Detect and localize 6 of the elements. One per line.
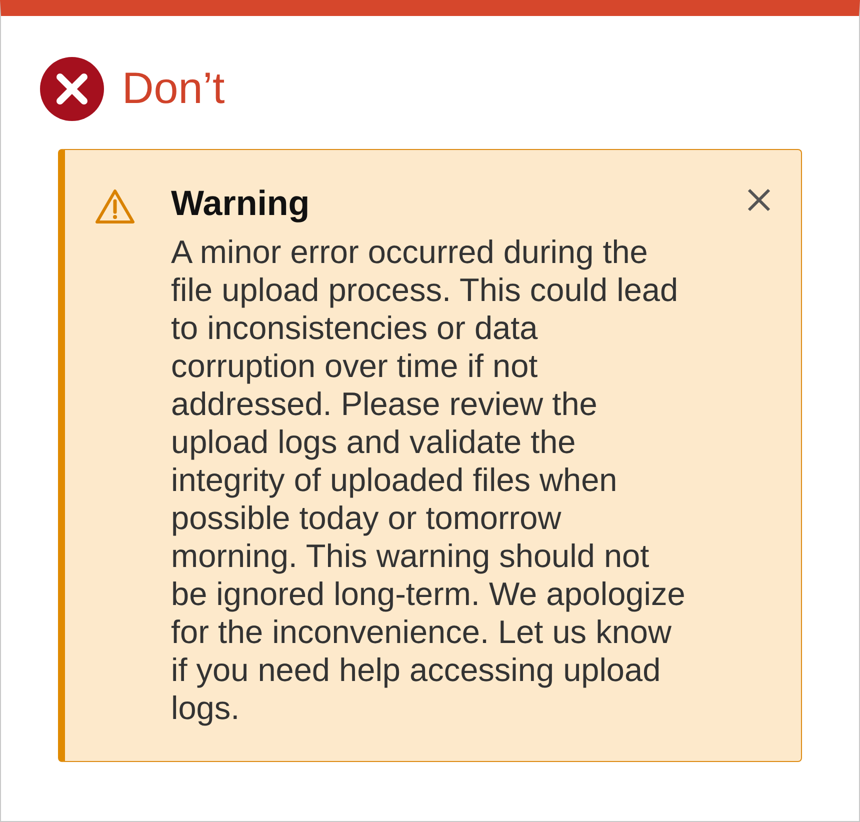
alert-title: Warning [171,186,311,221]
alert-message: A minor error occurred during the file upload process. This could lead to inconsistencies or data corruption over time if not addressed. Please review the upload logs and validate the integrity of uploaded files when possible today or tomorrow morning. This warning should not be ignored long-term. We apologize for the inconvenience. Let us know if you need help accessing upload logs. [171,233,686,727]
error-icon [40,57,104,121]
heading: Don’t [122,67,225,111]
close-icon [746,187,772,213]
warning-icon [95,188,135,224]
